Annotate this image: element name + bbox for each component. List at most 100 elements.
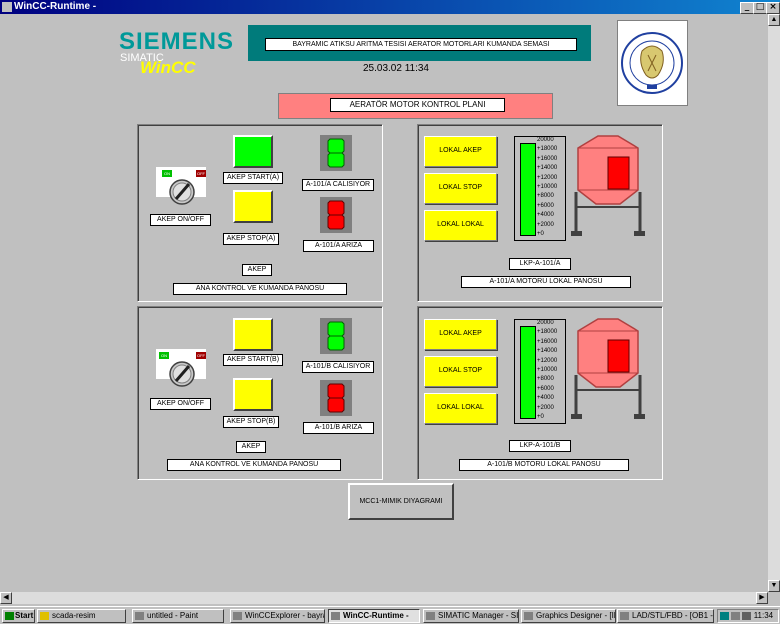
taskbar: Start scada-resim untitled - Paint WinCC…	[0, 606, 780, 624]
scroll-up-icon[interactable]: ▲	[768, 14, 780, 26]
lad-stl-fbd-icon	[620, 612, 629, 620]
fault-a-label: A-101/A ARIZA	[303, 240, 374, 252]
tray-icon[interactable]	[731, 611, 741, 620]
taskbar-item-label: WinCCExplorer - bayramic...	[245, 611, 324, 620]
akep-stop-b-label: AKEP STOP(B)	[223, 416, 279, 428]
lokal-lokal-a-button[interactable]: LOKAL LOKAL	[424, 210, 497, 241]
akep-stop-a-label: AKEP STOP(A)	[223, 233, 279, 245]
gauge-tick-label: +10000	[537, 184, 558, 190]
running-b-label: A-101/B CALISIYOR	[302, 361, 374, 373]
gauge-tick-label: +0	[537, 231, 544, 237]
mcc1-mimic-diagram-button[interactable]: MCC1-MIMIK DIYAGRAMI	[348, 483, 454, 520]
maximize-button[interactable]: □	[753, 2, 767, 14]
graphics-designer-icon	[524, 612, 533, 620]
clock: 11:34	[753, 611, 774, 620]
taskbar-item[interactable]: untitled - Paint	[132, 609, 224, 623]
akep-start-b-button[interactable]	[233, 318, 273, 351]
gauge-tick-label: +2000	[537, 221, 554, 228]
horizontal-scrollbar[interactable]: ◀ ▶	[0, 592, 768, 604]
lokal-lokal-b-button[interactable]: LOKAL LOKAL	[424, 393, 497, 424]
taskbar-item[interactable]: WinCCExplorer - bayramic...	[230, 609, 325, 623]
volume-icon[interactable]	[742, 611, 752, 620]
gauge-tick-label: +8000	[537, 376, 554, 383]
running-a-label: A-101/A CALISIYOR	[302, 179, 374, 191]
lkp-a-tag: LKP-A-101/A	[509, 258, 571, 270]
gauge-tick-label: +18000	[537, 146, 558, 153]
page-title: BAYRAMIC ATIKSU ARITMA TESISI AERATOR MO…	[265, 38, 577, 51]
on-led: ON	[159, 352, 169, 359]
control-panel-a-title: ANA KONTROL VE KUMANDA PANOSU	[173, 283, 347, 295]
window-title-bar[interactable]: WinCC-Runtime - _ □ ×	[0, 0, 780, 14]
start-label: Start	[15, 611, 34, 620]
running-b-indicator	[320, 318, 352, 354]
running-a-indicator	[320, 135, 352, 171]
akep-onoff-switch[interactable]	[168, 178, 196, 206]
gauge-tick-label: +12000	[537, 174, 558, 181]
aerator-tank-a	[568, 132, 648, 242]
wincc-logo: WinCC	[140, 58, 196, 77]
gauge-tick-label: +2000	[537, 404, 554, 411]
on-led: ON	[162, 170, 172, 177]
akep-b-label: AKEP	[236, 441, 266, 453]
gauge-tick-label: +4000	[537, 395, 554, 402]
folder-icon	[40, 612, 49, 620]
off-led: OFF	[196, 170, 206, 177]
lokal-stop-a-button[interactable]: LOKAL STOP	[424, 173, 497, 204]
akep-onoff-label: AKEP ON/OFF	[150, 214, 211, 226]
wincc-runtime-icon	[331, 612, 340, 620]
paint-icon	[135, 612, 144, 620]
control-panel-b-title: ANA KONTROL VE KUMANDA PANOSU	[167, 459, 341, 471]
taskbar-item[interactable]: Graphics Designer - [INC...	[521, 609, 616, 623]
fault-b-label: A-101/B ARIZA	[303, 422, 374, 434]
lokal-akep-b-button[interactable]: LOKAL AKEP	[424, 319, 497, 350]
minimize-button[interactable]: _	[740, 2, 754, 14]
lokal-stop-b-button[interactable]: LOKAL STOP	[424, 356, 497, 387]
taskbar-item[interactable]: LAD/STL/FBD - [OB1 -...	[617, 609, 714, 623]
vertical-scrollbar[interactable]: ▲ ▼	[768, 14, 780, 592]
off-led: OFF	[196, 352, 206, 359]
gauge-tick-label: +6000	[537, 202, 554, 209]
akep-stop-b-button[interactable]	[233, 378, 273, 411]
akep-onoff-label: AKEP ON/OFF	[150, 398, 211, 410]
taskbar-item-label: WinCC-Runtime -	[343, 611, 409, 620]
scroll-right-icon[interactable]: ▶	[756, 592, 768, 604]
system-tray: 11:34	[717, 609, 779, 623]
gauge-tick-label: +18000	[537, 329, 558, 336]
gauge-tick-label: +6000	[537, 385, 554, 392]
scroll-left-icon[interactable]: ◀	[0, 592, 12, 604]
taskbar-item-label: untitled - Paint	[147, 611, 199, 620]
akep-onoff-switch[interactable]	[168, 360, 196, 388]
close-button[interactable]: ×	[766, 2, 780, 14]
plan-title: AERATÖR MOTOR KONTROL PLANI	[330, 98, 505, 112]
level-bar-a	[520, 143, 536, 236]
lkp-b-tag: LKP-A-101/B	[509, 440, 571, 452]
taskbar-item-label: scada-resim	[52, 611, 96, 620]
akep-a-label: AKEP	[242, 264, 272, 276]
akep-start-a-label: AKEP START(A)	[223, 172, 283, 184]
lokal-akep-a-button[interactable]: LOKAL AKEP	[424, 136, 497, 167]
gauge-tick-label: 20000	[537, 137, 554, 143]
taskbar-item-active[interactable]: WinCC-Runtime -	[328, 609, 420, 623]
simatic-manager-icon	[426, 612, 435, 620]
aerator-tank-b	[568, 315, 648, 425]
wincc-explorer-icon	[233, 612, 242, 620]
app-icon[interactable]	[2, 2, 12, 12]
fault-a-indicator	[320, 197, 352, 233]
taskbar-item[interactable]: SIMATIC Manager - SIMA...	[423, 609, 519, 623]
gauge-tick-label: +14000	[537, 165, 558, 172]
akep-start-a-button[interactable]	[233, 135, 273, 168]
gauge-tick-label: +10000	[537, 367, 558, 373]
window-title: WinCC-Runtime -	[14, 1, 97, 12]
scroll-down-icon[interactable]: ▼	[768, 580, 780, 592]
fault-b-indicator	[320, 380, 352, 416]
taskbar-item-label: SIMATIC Manager - SIMA...	[438, 611, 519, 620]
gauge-tick-label: 20000	[537, 320, 554, 326]
gauge-tick-label: +4000	[537, 212, 554, 219]
taskbar-item[interactable]: scada-resim	[37, 609, 126, 623]
akep-start-b-label: AKEP START(B)	[223, 354, 283, 366]
start-button[interactable]: Start	[2, 609, 35, 623]
windows-logo-icon	[5, 612, 14, 620]
level-bar-b	[520, 326, 536, 419]
tray-icon[interactable]	[720, 611, 729, 620]
akep-stop-a-button[interactable]	[233, 190, 273, 223]
